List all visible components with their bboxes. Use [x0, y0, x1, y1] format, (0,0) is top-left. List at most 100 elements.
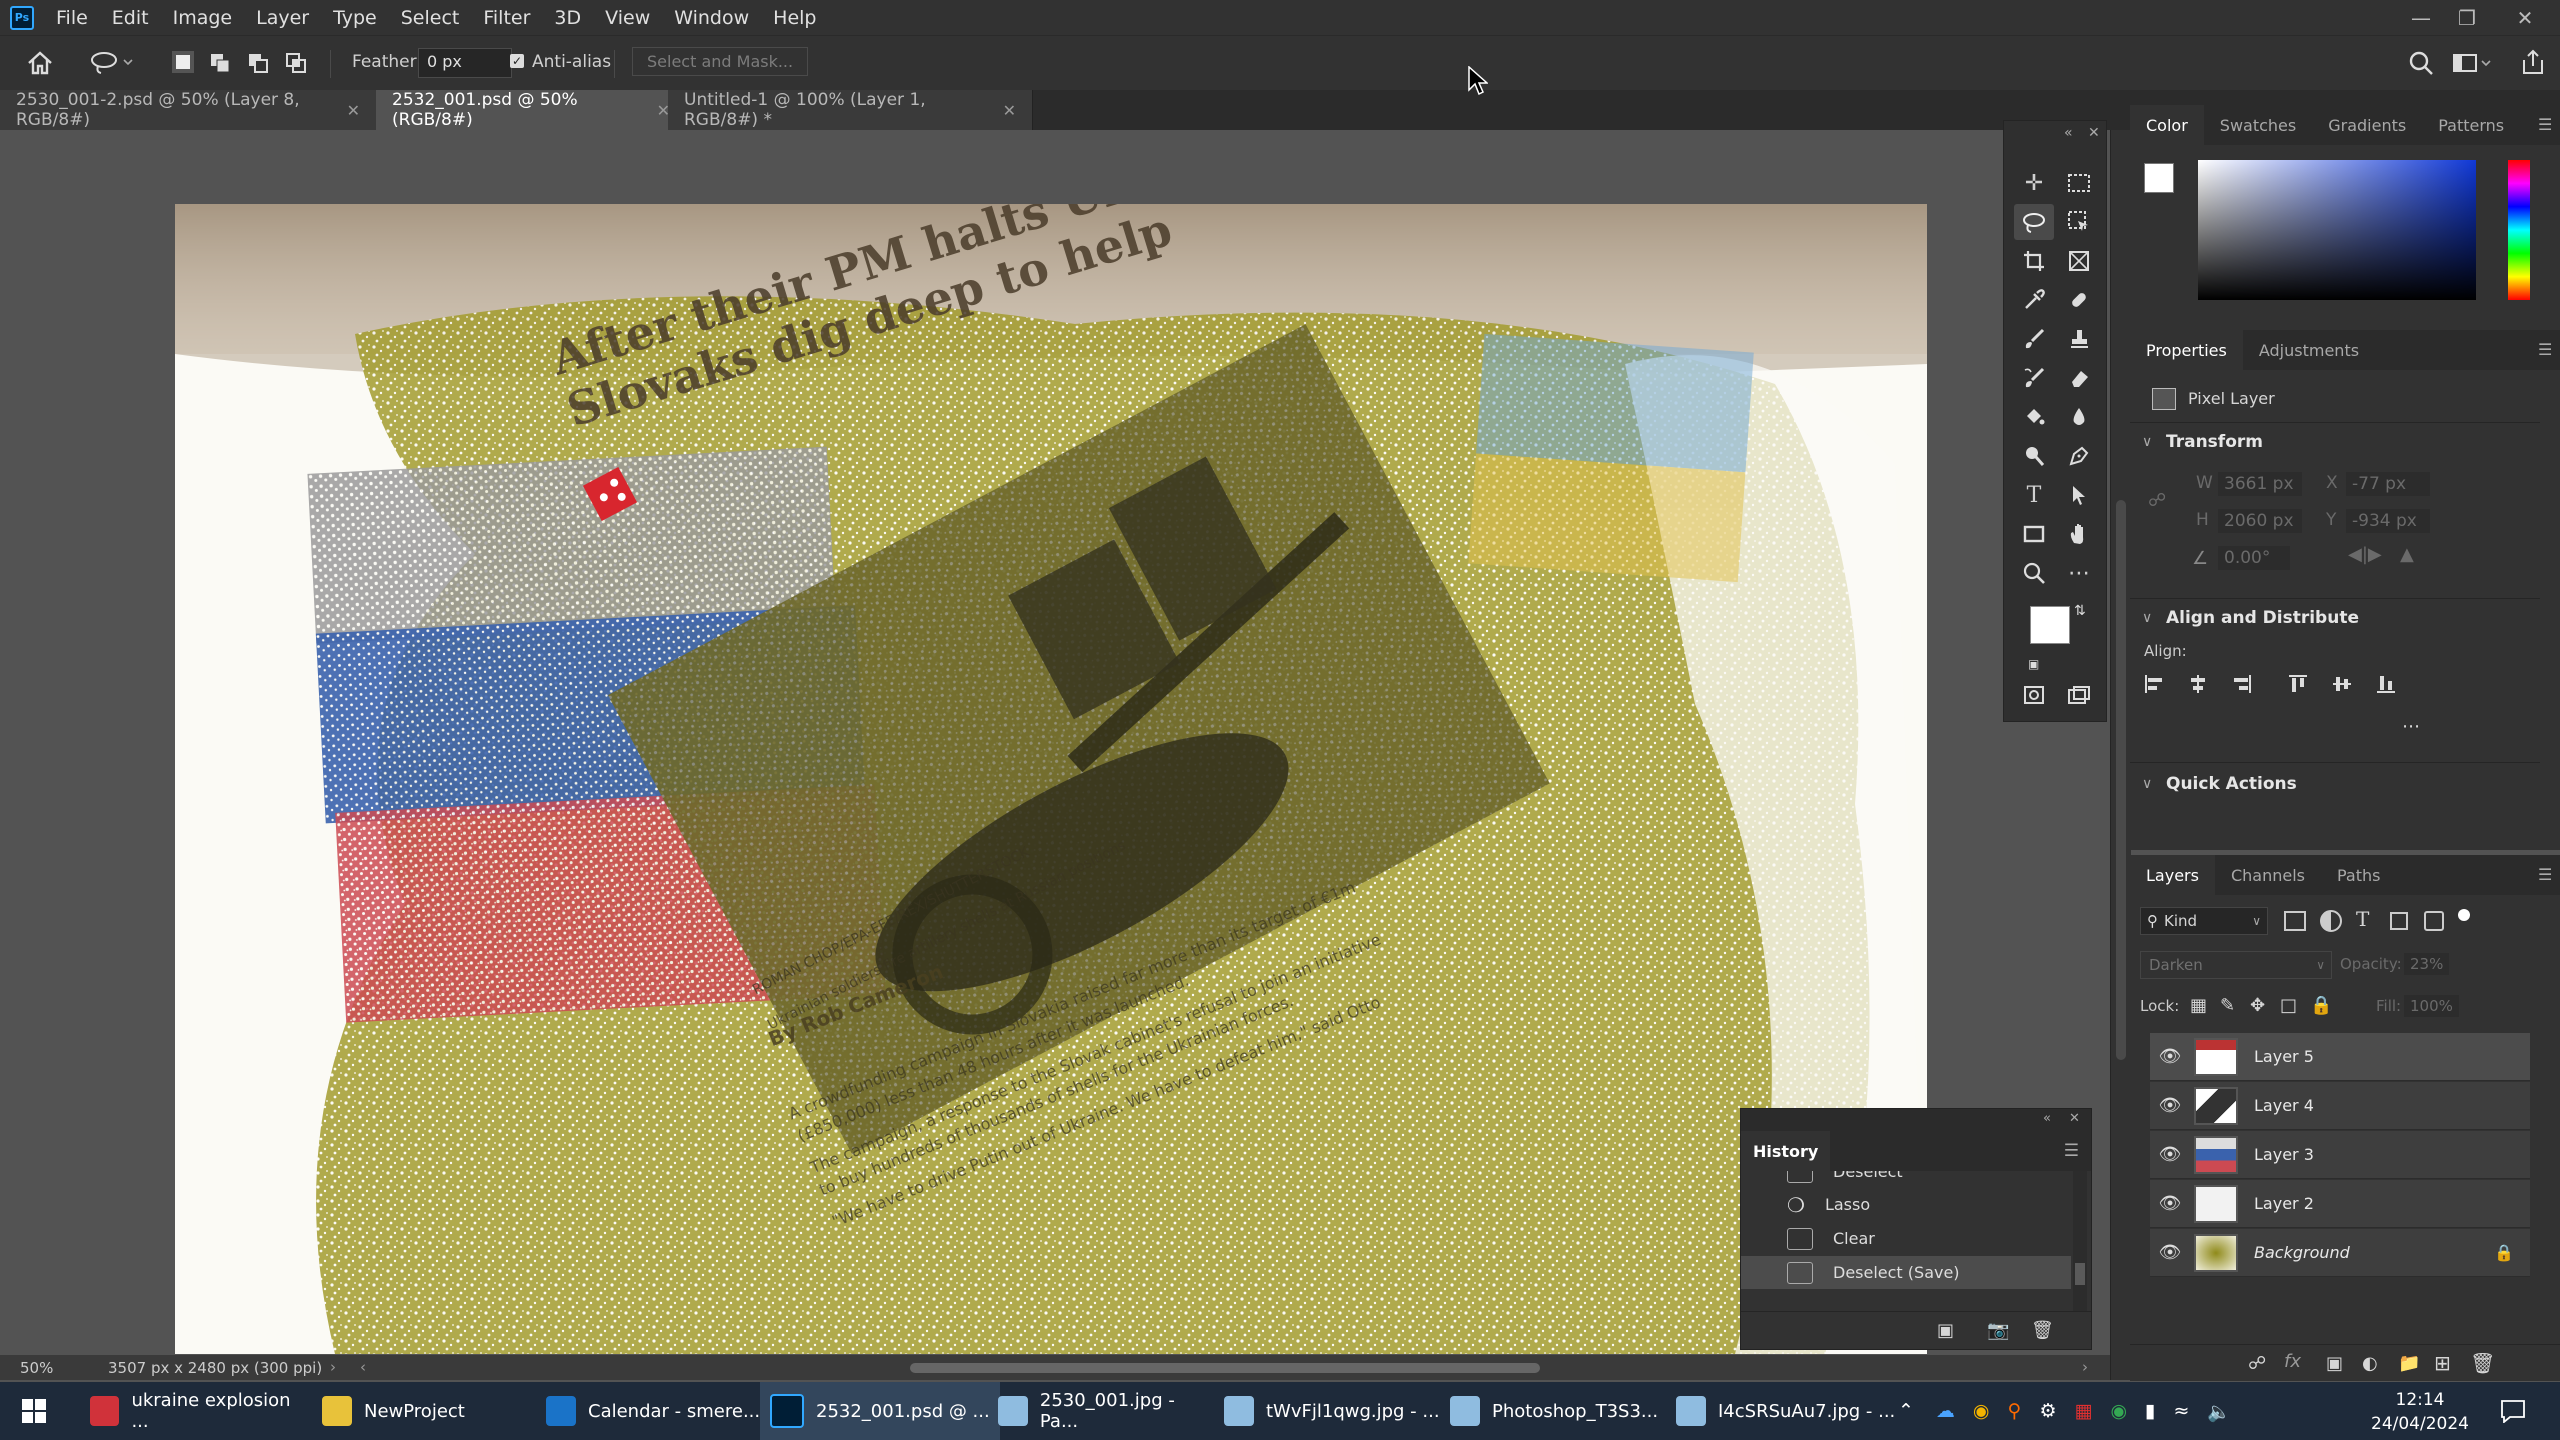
filter-kind-select[interactable]: ⚲ Kind ∨: [2140, 907, 2268, 935]
opacity-field[interactable]: 23%: [2404, 953, 2450, 975]
filter-type-icon[interactable]: T: [2356, 907, 2369, 931]
panel-menu-icon[interactable]: ☰: [2064, 1141, 2079, 1161]
blend-mode-select[interactable]: Darken ∨: [2140, 951, 2332, 979]
y-field[interactable]: -934 px: [2346, 509, 2430, 533]
browser-icon[interactable]: ◉: [2110, 1400, 2127, 1422]
tab-patterns[interactable]: Patterns: [2422, 105, 2520, 145]
restore-button[interactable]: ❐: [2444, 0, 2490, 35]
lasso-tool-preset-icon[interactable]: [90, 50, 134, 76]
tab-untitled-1[interactable]: Untitled-1 @ 100% (Layer 1, RGB/8#) * ✕: [668, 90, 1033, 130]
menu-3d[interactable]: 3D: [542, 7, 593, 29]
visibility-eye-icon[interactable]: 👁: [2150, 1144, 2190, 1165]
scroll-right-icon[interactable]: ›: [2082, 1358, 2088, 1376]
tab-doc-2530[interactable]: 2530_001-2.psd @ 50% (Layer 8, RGB/8#) ✕: [0, 90, 377, 130]
screen-mode-icon[interactable]: [2059, 677, 2099, 713]
horizontal-scrollbar[interactable]: [910, 1363, 1540, 1373]
windows-start-icon[interactable]: [22, 1399, 46, 1423]
filter-toggle-icon[interactable]: [2458, 909, 2470, 921]
swap-colors-icon[interactable]: ⇅: [2074, 603, 2086, 619]
menu-type[interactable]: Type: [321, 7, 389, 29]
chevron-down-icon[interactable]: ∨: [2142, 610, 2152, 626]
default-colors-icon[interactable]: ▣: [2028, 657, 2039, 671]
new-selection-icon[interactable]: [172, 51, 194, 73]
brush-tool-icon[interactable]: [2014, 321, 2054, 357]
tab-gradients[interactable]: Gradients: [2312, 105, 2422, 145]
subtract-selection-icon[interactable]: [246, 51, 270, 75]
taskbar-app[interactable]: 2530_001.jpg - Pa...: [988, 1382, 1228, 1440]
menu-image[interactable]: Image: [161, 7, 245, 29]
flip-horizontal-icon[interactable]: ◀|▶: [2348, 544, 2382, 565]
history-item[interactable]: Deselect (Save): [1741, 1256, 2071, 1289]
workspace-icon[interactable]: [2452, 50, 2492, 76]
taskbar-app[interactable]: NewProject: [312, 1382, 532, 1440]
history-scrollbar[interactable]: [2073, 1171, 2087, 1311]
fx-icon[interactable]: fx: [2284, 1351, 2301, 1372]
align-right-icon[interactable]: [2232, 674, 2252, 694]
antialias-checkbox[interactable]: ✓: [510, 54, 524, 68]
new-document-from-state-icon[interactable]: ▣: [1937, 1320, 1954, 1341]
battery-icon[interactable]: ▮: [2145, 1400, 2155, 1422]
taskbar-app[interactable]: Calendar - smere...: [536, 1382, 776, 1440]
chevron-right-icon[interactable]: ›: [330, 1358, 336, 1376]
wifi-icon[interactable]: ≈: [2174, 1400, 2190, 1422]
layer-row[interactable]: 👁 Layer 5: [2150, 1033, 2530, 1081]
menu-window[interactable]: Window: [662, 7, 761, 29]
align-bottom-icon[interactable]: [2376, 674, 2396, 694]
lock-artboard-icon[interactable]: □: [2280, 995, 2297, 1016]
tab-layers[interactable]: Layers: [2130, 855, 2215, 895]
link-layers-icon[interactable]: ☍: [2248, 1353, 2266, 1374]
align-center-horizontal-icon[interactable]: [2188, 674, 2208, 694]
tab-channels[interactable]: Channels: [2215, 855, 2321, 895]
more-tools-icon[interactable]: ⋯: [2059, 555, 2099, 591]
path-selection-tool-icon[interactable]: [2059, 477, 2099, 513]
blur-tool-icon[interactable]: [2059, 399, 2099, 435]
tab-swatches[interactable]: Swatches: [2204, 105, 2312, 145]
settings-icon[interactable]: ⚙: [2039, 1400, 2056, 1422]
share-icon[interactable]: [2520, 48, 2546, 76]
new-group-icon[interactable]: 📁: [2398, 1353, 2420, 1374]
dock-scrollbar[interactable]: [2116, 500, 2126, 1060]
camera-icon[interactable]: 📷: [1987, 1320, 2009, 1341]
lasso-tool-icon[interactable]: [2014, 204, 2054, 240]
panel-menu-icon[interactable]: ☰: [2538, 865, 2552, 884]
eyedropper-tool-icon[interactable]: [2014, 282, 2054, 318]
layer-row[interactable]: 👁 Layer 4: [2150, 1082, 2530, 1130]
close-tab-icon[interactable]: ✕: [1003, 101, 1016, 120]
visibility-eye-icon[interactable]: 👁: [2150, 1046, 2190, 1067]
delete-layer-icon[interactable]: 🗑: [2470, 1351, 2495, 1375]
home-icon[interactable]: [26, 50, 54, 76]
history-item[interactable]: ❍ Lasso: [1741, 1188, 2071, 1221]
zoom-tool-icon[interactable]: [2014, 555, 2054, 591]
select-and-mask-button[interactable]: Select and Mask...: [632, 47, 809, 76]
close-panel-icon[interactable]: ✕: [2088, 125, 2100, 141]
collapse-icon[interactable]: «: [2043, 1111, 2051, 1126]
panel-menu-icon[interactable]: ☰: [2538, 115, 2552, 134]
menu-file[interactable]: File: [44, 7, 100, 29]
document-canvas[interactable]: After their PM halts Ukr Slovaks dig dee…: [175, 204, 1927, 1354]
feather-input[interactable]: 0 px: [418, 48, 512, 78]
search-tool-icon[interactable]: ⚲: [2008, 1400, 2022, 1422]
new-layer-icon[interactable]: ⊞: [2434, 1351, 2451, 1375]
onedrive-icon[interactable]: ☁: [1936, 1400, 1955, 1422]
width-field[interactable]: 3661 px: [2218, 472, 2302, 496]
lock-image-icon[interactable]: ✎: [2220, 995, 2235, 1016]
crop-tool-icon[interactable]: [2014, 243, 2054, 279]
close-panel-icon[interactable]: ✕: [2069, 1111, 2080, 1126]
document-info[interactable]: 3507 px x 2480 px (300 ppi): [108, 1359, 322, 1377]
more-options-icon[interactable]: ⋯: [2402, 716, 2420, 737]
visibility-eye-icon[interactable]: 👁: [2150, 1242, 2190, 1263]
align-top-icon[interactable]: [2288, 674, 2308, 694]
menu-help[interactable]: Help: [761, 7, 828, 29]
add-mask-icon[interactable]: ▣: [2326, 1353, 2343, 1374]
history-item[interactable]: Deselect: [1741, 1171, 2071, 1188]
layer-row[interactable]: 👁 Layer 3: [2150, 1131, 2530, 1179]
taskbar-app[interactable]: 2532_001.psd @ ...: [760, 1382, 1000, 1440]
collapse-icon[interactable]: «: [2064, 125, 2073, 141]
align-left-icon[interactable]: [2144, 674, 2164, 694]
clone-stamp-tool-icon[interactable]: [2059, 321, 2099, 357]
tab-adjustments[interactable]: Adjustments: [2243, 330, 2375, 370]
volume-icon[interactable]: 🔈: [2207, 1400, 2231, 1423]
link-icon[interactable]: ☍: [2148, 490, 2166, 511]
type-tool-icon[interactable]: T: [2014, 477, 2054, 513]
panel-menu-icon[interactable]: ☰: [2538, 340, 2552, 359]
